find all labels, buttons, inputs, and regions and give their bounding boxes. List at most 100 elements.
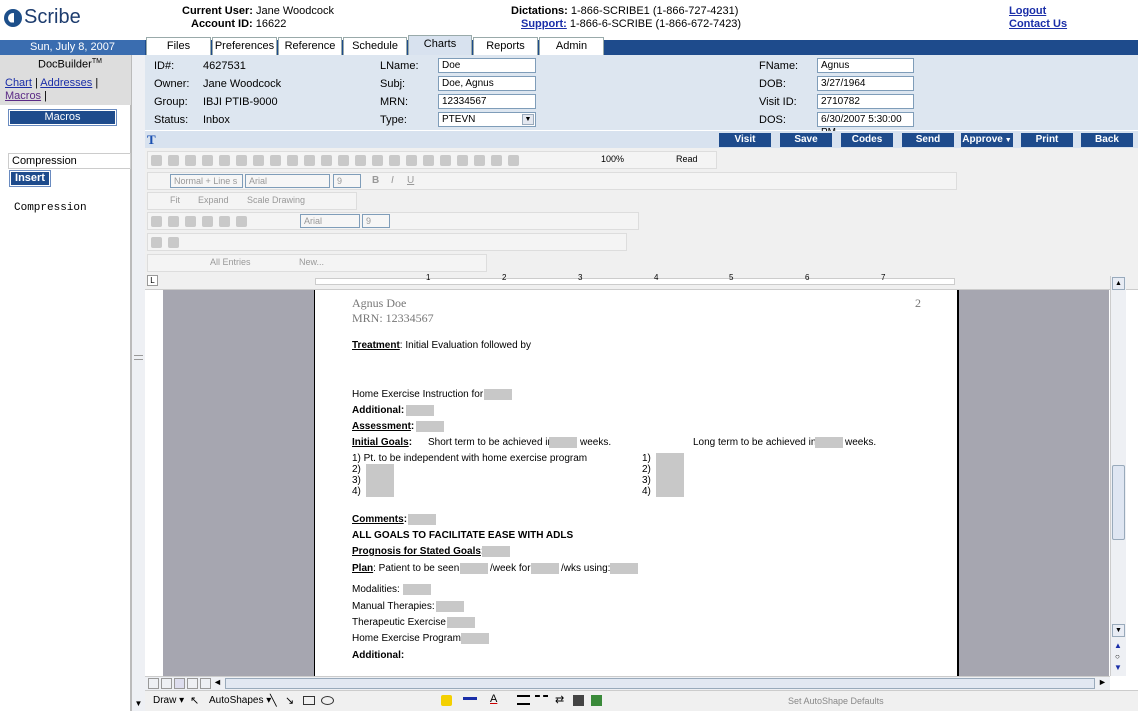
document-page[interactable]: Agnus Doe 2 MRN: 12334567 Treatment: Ini… (314, 290, 959, 676)
draw-menu[interactable]: Draw ▾ (153, 695, 184, 706)
save-icon[interactable] (185, 155, 196, 166)
cut-icon[interactable] (287, 155, 298, 166)
blank-field[interactable] (531, 563, 559, 574)
undo-icon[interactable] (355, 155, 366, 166)
size-select-2[interactable]: 9 (362, 214, 390, 228)
tab-selector-icon[interactable]: L (147, 275, 158, 286)
web-view-icon[interactable] (161, 678, 172, 689)
font-select-2[interactable]: Arial (300, 214, 360, 228)
paste-icon[interactable] (219, 216, 230, 227)
document-horizontal-scrollbar[interactable]: ◄ ► (145, 676, 1110, 690)
hscroll-thumb[interactable] (225, 678, 1095, 689)
blank-field[interactable] (815, 437, 843, 448)
tab-admin[interactable]: Admin (539, 37, 604, 55)
line-icon[interactable]: ╲ (270, 694, 277, 707)
dash-style-icon[interactable] (535, 695, 548, 705)
copy-icon[interactable] (202, 216, 213, 227)
horizontal-ruler[interactable]: L 1 2 3 4 5 6 7 (145, 272, 1138, 290)
doc-map-icon[interactable] (491, 155, 502, 166)
print-icon[interactable] (168, 216, 179, 227)
support-link[interactable]: Support: (521, 18, 567, 30)
expand-button[interactable]: Expand (198, 195, 229, 205)
paste-icon[interactable] (321, 155, 332, 166)
send-button[interactable]: Send (902, 133, 954, 147)
blank-field[interactable] (484, 389, 512, 400)
open-icon[interactable] (168, 155, 179, 166)
research-icon[interactable] (270, 155, 281, 166)
approve-button[interactable]: Approve ▼ (961, 133, 1013, 147)
subj-field[interactable]: Doe, Agnus (438, 76, 536, 91)
pilcrow-icon[interactable] (508, 155, 519, 166)
arrow-icon[interactable]: ↘ (285, 694, 294, 707)
reading-view-icon[interactable] (200, 678, 211, 689)
blank-field[interactable] (403, 584, 431, 595)
blank-field[interactable] (436, 601, 464, 612)
line-color-icon[interactable] (463, 697, 477, 700)
codes-button[interactable]: Codes (841, 133, 893, 147)
scroll-down-icon[interactable]: ▼ (133, 699, 144, 710)
italic-icon[interactable]: I (391, 175, 394, 186)
tab-schedule[interactable]: Schedule (343, 37, 407, 55)
blank-field[interactable] (461, 633, 489, 644)
format-painter-icon[interactable] (236, 216, 247, 227)
tab-reference[interactable]: Reference (278, 37, 342, 55)
print-preview-icon[interactable] (236, 155, 247, 166)
print-view-icon[interactable] (174, 678, 185, 689)
blank-field[interactable] (656, 453, 684, 464)
new-doc-icon[interactable] (151, 155, 162, 166)
fit-button[interactable]: Fit (170, 195, 180, 205)
blank-field[interactable] (366, 475, 394, 486)
autoshapes-menu[interactable]: AutoShapes ▾ (209, 695, 271, 706)
tab-charts[interactable]: Charts (408, 35, 472, 55)
bold-icon[interactable]: B (372, 175, 379, 186)
blank-field[interactable] (656, 486, 684, 497)
new-autotext-button[interactable]: New... (299, 257, 324, 267)
next-page-icon[interactable]: ▼ (1114, 663, 1122, 672)
excel-icon[interactable] (440, 155, 451, 166)
document-vertical-scrollbar[interactable]: ▲ ▼ ▲ ○ ▼ (1110, 276, 1126, 676)
dob-field[interactable]: 3/27/1964 (817, 76, 914, 91)
insert-button[interactable]: Insert (9, 170, 51, 187)
blank-field[interactable] (447, 617, 475, 628)
blank-field[interactable] (406, 405, 434, 416)
scroll-thumb[interactable] (1112, 465, 1125, 540)
blank-field[interactable] (549, 437, 577, 448)
scale-drawing-button[interactable]: Scale Drawing (247, 195, 305, 205)
size-select[interactable]: 9 (333, 174, 361, 188)
save-button[interactable]: Save (780, 133, 832, 147)
logout-link[interactable]: Logout (1009, 5, 1046, 17)
blank-field[interactable] (366, 486, 394, 497)
previous-page-icon[interactable]: ▲ (1114, 641, 1122, 650)
draw-table-icon[interactable] (151, 237, 162, 248)
type-select[interactable]: PTEVN ▼ (438, 112, 536, 127)
oval-icon[interactable] (321, 696, 334, 705)
macro-select[interactable]: Compression (8, 153, 131, 169)
redo-icon[interactable] (372, 155, 383, 166)
columns-icon[interactable] (457, 155, 468, 166)
shadow-style-icon[interactable] (573, 695, 584, 706)
macros-link[interactable]: Macros (5, 90, 41, 102)
print-button[interactable]: Print (1021, 133, 1073, 147)
print-icon[interactable] (219, 155, 230, 166)
rectangle-icon[interactable] (303, 696, 315, 705)
scroll-down-icon[interactable]: ▼ (1112, 624, 1125, 637)
underline-icon[interactable]: U (407, 175, 414, 186)
fill-color-icon[interactable] (441, 695, 452, 706)
chart-link[interactable]: Chart (5, 77, 32, 89)
drawing-icon[interactable] (474, 155, 485, 166)
macros-button[interactable]: Macros (8, 109, 117, 126)
spelling-icon[interactable] (253, 155, 264, 166)
permission-icon[interactable] (202, 155, 213, 166)
help-icon[interactable] (653, 152, 665, 166)
line-style-icon[interactable] (517, 695, 530, 705)
blank-field[interactable] (416, 421, 444, 432)
lname-field[interactable]: Doe (438, 58, 536, 73)
scroll-right-icon[interactable]: ► (1098, 677, 1107, 687)
contact-us-link[interactable]: Contact Us (1009, 18, 1067, 30)
outline-view-icon[interactable] (187, 678, 198, 689)
blank-field[interactable] (366, 464, 394, 475)
fname-field[interactable]: Agnus (817, 58, 914, 73)
eraser-icon[interactable] (168, 237, 179, 248)
all-entries-select[interactable]: All Entries (210, 257, 251, 267)
normal-view-icon[interactable] (148, 678, 159, 689)
